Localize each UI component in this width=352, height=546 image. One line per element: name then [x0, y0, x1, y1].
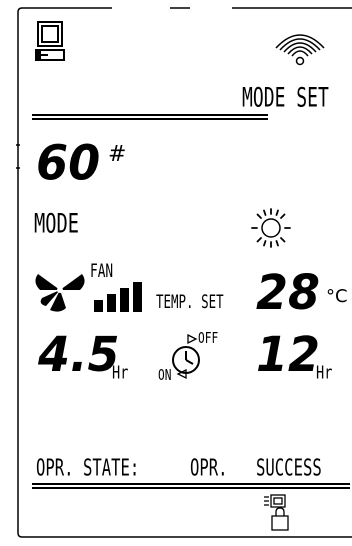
lower-divider: [32, 483, 350, 489]
fan-icon: [35, 274, 85, 312]
temp-unit: °C: [326, 286, 348, 307]
upper-divider: [32, 114, 268, 120]
temp-set-label: TEMP. SET: [156, 290, 224, 313]
lcd-display: MODE SET 60 # MODE FAN TEMP. SET 28 °C 4…: [0, 0, 352, 546]
mode-label: MODE: [34, 209, 80, 240]
timer-on-label: ON: [158, 366, 172, 385]
channel-number: 60: [36, 135, 101, 192]
opr-result: SUCCESS: [256, 453, 322, 482]
timer-off-unit: Hr: [112, 361, 129, 383]
sun-icon: [251, 208, 291, 248]
fan-label: FAN: [90, 259, 114, 282]
temp-value: 28: [256, 263, 321, 321]
mode-set-label: MODE SET: [242, 83, 329, 114]
channel-suffix: #: [108, 142, 127, 167]
fan-speed-bars: [94, 282, 142, 312]
computer-icon: [35, 21, 65, 61]
opr-state-label: OPR. STATE:: [36, 453, 140, 482]
timer-off-label: OFF: [198, 329, 219, 348]
wireless-signal-icon: [275, 34, 325, 66]
on-arrow-icon: [176, 368, 187, 380]
timer-on-unit: Hr: [316, 361, 333, 383]
opr-label: OPR.: [190, 453, 228, 482]
lock-icon: [264, 494, 289, 531]
timer-on-hours: 12: [256, 325, 321, 383]
timer-off-hours: 4.5: [38, 325, 120, 383]
